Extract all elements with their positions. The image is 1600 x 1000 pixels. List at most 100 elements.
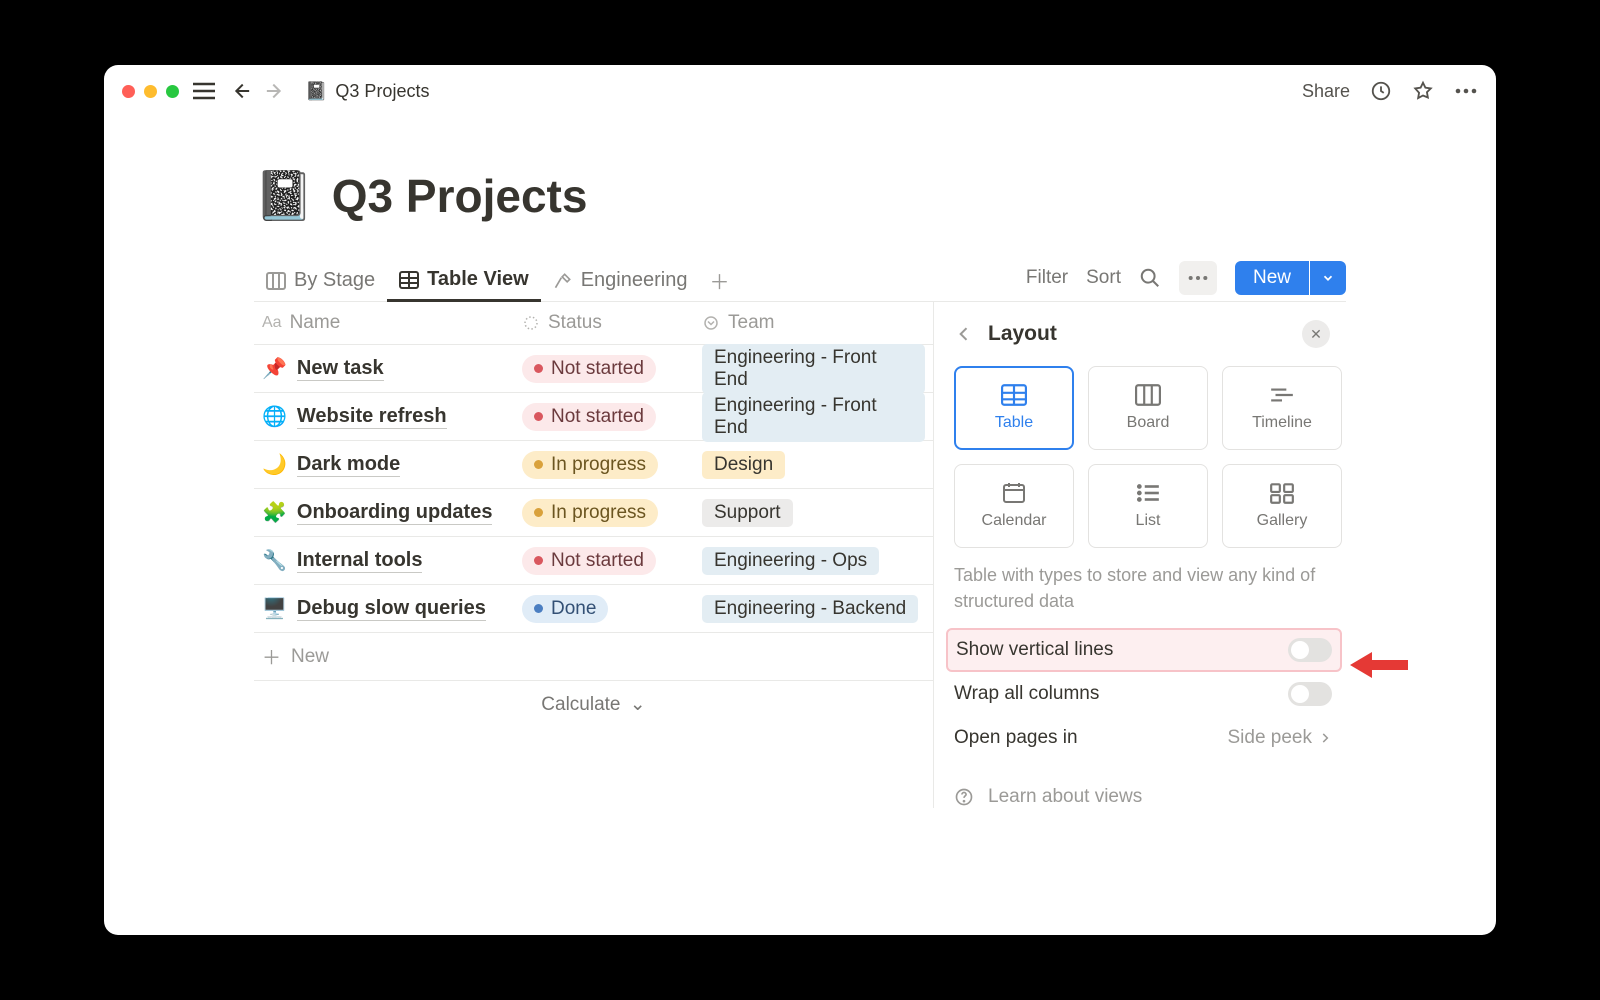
cell-name[interactable]: 🧩 Onboarding updates <box>254 494 514 531</box>
chevron-right-icon <box>1318 731 1332 745</box>
layout-label: Calendar <box>982 512 1047 530</box>
calculate-button[interactable]: Calculate ⌄ <box>254 681 933 728</box>
layout-option-table[interactable]: Table <box>954 366 1074 450</box>
column-header-name[interactable]: Aa Name <box>254 302 514 344</box>
tab-engineering[interactable]: Engineering <box>541 261 700 300</box>
toggle-off-icon[interactable] <box>1288 638 1332 662</box>
layout-label: Board <box>1127 414 1170 432</box>
add-row-label: New <box>291 646 329 668</box>
close-window-icon[interactable] <box>122 85 135 98</box>
cell-name[interactable]: 🔧 Internal tools <box>254 542 514 579</box>
layout-option-calendar[interactable]: Calendar <box>954 464 1074 548</box>
timeline-icon <box>1269 384 1295 406</box>
row-icon: 🔧 <box>262 548 287 573</box>
new-button-label: New <box>1235 261 1309 295</box>
add-view-button[interactable]: ＋ <box>699 262 739 299</box>
layout-label: List <box>1136 512 1161 530</box>
nav-back-icon[interactable] <box>229 80 251 102</box>
layout-option-gallery[interactable]: Gallery <box>1222 464 1342 548</box>
share-button[interactable]: Share <box>1302 81 1350 102</box>
table-row[interactable]: 🌙 Dark mode In progress Design <box>254 441 933 489</box>
cell-status[interactable]: Not started <box>514 397 694 437</box>
sidebar-toggle-icon[interactable] <box>193 82 215 100</box>
layout-option-timeline[interactable]: Timeline <box>1222 366 1342 450</box>
maximize-window-icon[interactable] <box>166 85 179 98</box>
callout-arrow-icon <box>1350 650 1408 680</box>
cell-team[interactable]: Design <box>694 445 933 485</box>
app-window: 📓 Q3 Projects Share 📓 Q3 Projects By Sta… <box>104 65 1496 935</box>
option-wrap-all-columns[interactable]: Wrap all columns <box>954 672 1342 716</box>
cell-status[interactable]: Not started <box>514 541 694 581</box>
status-pill: Not started <box>522 403 656 431</box>
cell-team[interactable]: Engineering - Backend <box>694 589 933 629</box>
nav-forward-icon[interactable] <box>265 80 287 102</box>
cell-name[interactable]: 🖥️ Debug slow queries <box>254 590 514 627</box>
row-title: Dark mode <box>297 453 400 477</box>
table-row[interactable]: 🔧 Internal tools Not started Engineering… <box>254 537 933 585</box>
sort-button[interactable]: Sort <box>1086 267 1121 289</box>
toggle-off-icon[interactable] <box>1288 682 1332 706</box>
option-label: Open pages in <box>954 727 1078 749</box>
tab-table-view[interactable]: Table View <box>387 260 541 302</box>
history-icon[interactable] <box>1370 80 1392 102</box>
tab-label: Table View <box>427 268 529 291</box>
option-show-vertical-lines[interactable]: Show vertical lines <box>946 628 1342 672</box>
layout-description: Table with types to store and view any k… <box>954 562 1342 614</box>
cell-team[interactable]: Engineering - Front End <box>694 386 933 448</box>
row-title: Debug slow queries <box>297 597 486 621</box>
cell-name[interactable]: 🌙 Dark mode <box>254 446 514 483</box>
page-title-text[interactable]: Q3 Projects <box>332 169 588 223</box>
table-row[interactable]: 🖥️ Debug slow queries Done Engineering -… <box>254 585 933 633</box>
chevron-down-icon[interactable] <box>1310 261 1346 295</box>
learn-label: Learn about views <box>988 786 1142 808</box>
team-tag: Support <box>702 499 793 527</box>
page-icon[interactable]: 📓 <box>254 167 314 224</box>
add-row-button[interactable]: ＋ New <box>254 633 933 681</box>
layout-label: Gallery <box>1257 512 1308 530</box>
cell-status[interactable]: Done <box>514 589 694 629</box>
column-label: Status <box>548 312 602 334</box>
table-row[interactable]: 🧩 Onboarding updates In progress Support <box>254 489 933 537</box>
titlebar: 📓 Q3 Projects Share <box>104 65 1496 117</box>
breadcrumb-icon: 📓 <box>305 81 327 102</box>
cell-status[interactable]: In progress <box>514 493 694 533</box>
row-title: Onboarding updates <box>297 501 493 525</box>
layout-option-list[interactable]: List <box>1088 464 1208 548</box>
cell-name[interactable]: 🌐 Website refresh <box>254 398 514 435</box>
close-icon[interactable]: ✕ <box>1302 320 1330 348</box>
minimize-window-icon[interactable] <box>144 85 157 98</box>
cell-team[interactable]: Support <box>694 493 933 533</box>
option-label: Show vertical lines <box>956 639 1113 661</box>
status-type-icon <box>522 314 540 332</box>
favorite-icon[interactable] <box>1412 80 1434 102</box>
option-open-pages-in[interactable]: Open pages in Side peek <box>954 716 1342 760</box>
search-icon[interactable] <box>1139 267 1161 289</box>
breadcrumb-title: Q3 Projects <box>335 81 429 102</box>
panel-back-icon[interactable] <box>954 324 974 344</box>
row-title: Internal tools <box>297 549 423 573</box>
option-label: Wrap all columns <box>954 683 1099 705</box>
more-icon[interactable] <box>1454 87 1478 95</box>
option-value: Side peek <box>1227 727 1312 749</box>
tab-by-stage[interactable]: By Stage <box>254 261 387 300</box>
cell-team[interactable]: Engineering - Ops <box>694 541 933 581</box>
learn-about-views[interactable]: Learn about views <box>954 786 1342 808</box>
row-title: New task <box>297 357 384 381</box>
column-header-status[interactable]: Status <box>514 302 694 344</box>
cell-status[interactable]: Not started <box>514 349 694 389</box>
filter-button[interactable]: Filter <box>1026 267 1068 289</box>
row-icon: 🌐 <box>262 404 287 429</box>
table: Aa Name Status Team 📌 New task <box>254 302 933 808</box>
breadcrumb[interactable]: 📓 Q3 Projects <box>305 81 429 102</box>
view-options-button[interactable] <box>1179 261 1217 295</box>
layout-option-board[interactable]: Board <box>1088 366 1208 450</box>
cell-name[interactable]: 📌 New task <box>254 350 514 387</box>
status-pill: Not started <box>522 547 656 575</box>
new-button[interactable]: New <box>1235 261 1346 295</box>
table-row[interactable]: 🌐 Website refresh Not started Engineerin… <box>254 393 933 441</box>
status-pill: Done <box>522 595 608 623</box>
team-tag: Design <box>702 451 785 479</box>
view-tabs: By Stage Table View Engineering ＋ Filter… <box>254 260 1346 302</box>
cell-status[interactable]: In progress <box>514 445 694 485</box>
board-icon <box>266 272 286 290</box>
